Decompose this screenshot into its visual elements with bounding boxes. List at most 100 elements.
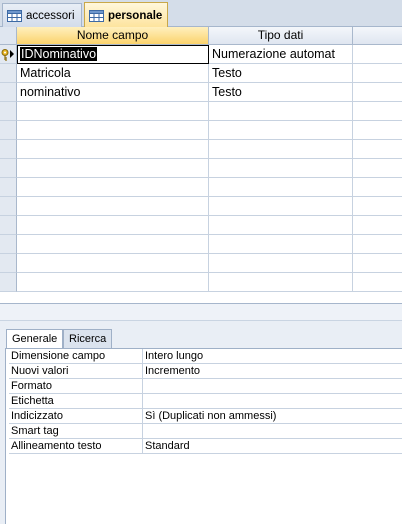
empty-table-row[interactable] bbox=[0, 216, 402, 235]
description-cell[interactable] bbox=[353, 102, 402, 121]
description-cell[interactable] bbox=[353, 254, 402, 273]
tab-generale[interactable]: Generale bbox=[6, 329, 64, 349]
data-type-cell[interactable] bbox=[209, 140, 353, 159]
field-name-cell[interactable]: nominativo bbox=[17, 83, 209, 102]
field-name-cell[interactable] bbox=[17, 159, 209, 178]
property-label: Nuovi valori bbox=[9, 364, 143, 379]
table-row[interactable]: Matricola Testo bbox=[0, 64, 402, 83]
table-icon bbox=[7, 9, 22, 22]
data-type-cell[interactable] bbox=[209, 159, 353, 178]
field-name-cell[interactable] bbox=[17, 254, 209, 273]
data-type-cell[interactable] bbox=[209, 121, 353, 140]
row-selector[interactable] bbox=[0, 64, 17, 83]
table-row[interactable]: IDNominativo Numerazione automat bbox=[0, 45, 402, 64]
property-row[interactable]: Smart tag bbox=[9, 424, 402, 439]
property-row[interactable]: Dimensione campo Intero lungo bbox=[9, 349, 402, 364]
description-cell[interactable] bbox=[353, 273, 402, 292]
empty-table-row[interactable] bbox=[0, 273, 402, 292]
description-cell[interactable] bbox=[353, 159, 402, 178]
row-selector[interactable] bbox=[0, 216, 17, 235]
column-header-data-type[interactable]: Tipo dati bbox=[209, 27, 353, 45]
empty-table-row[interactable] bbox=[0, 178, 402, 197]
description-cell[interactable] bbox=[353, 140, 402, 159]
empty-table-row[interactable] bbox=[0, 121, 402, 140]
description-cell[interactable] bbox=[353, 45, 402, 64]
field-name-cell[interactable] bbox=[17, 140, 209, 159]
document-tab-strip: accessori personale bbox=[0, 0, 402, 28]
row-selector[interactable] bbox=[0, 121, 17, 140]
tab-label: accessori bbox=[26, 9, 75, 22]
field-name-cell[interactable]: Matricola bbox=[17, 64, 209, 83]
row-selector[interactable] bbox=[0, 273, 17, 292]
property-label: Allineamento testo bbox=[9, 439, 143, 454]
field-name-cell[interactable] bbox=[17, 178, 209, 197]
data-type-cell[interactable] bbox=[209, 178, 353, 197]
data-type-cell[interactable] bbox=[209, 235, 353, 254]
description-cell[interactable] bbox=[353, 83, 402, 102]
description-cell[interactable] bbox=[353, 216, 402, 235]
data-type-cell[interactable]: Testo bbox=[209, 64, 353, 83]
description-cell[interactable] bbox=[353, 197, 402, 216]
property-row[interactable]: Allineamento testo Standard bbox=[9, 439, 402, 454]
field-name-cell[interactable]: IDNominativo bbox=[17, 45, 209, 64]
field-properties-pane: Generale Ricerca Dimensione campo Intero… bbox=[0, 321, 402, 524]
property-label: Dimensione campo bbox=[9, 349, 143, 364]
column-header-field-name[interactable]: Nome campo bbox=[17, 27, 209, 45]
pane-splitter[interactable] bbox=[0, 303, 402, 321]
field-name-cell[interactable] bbox=[17, 235, 209, 254]
table-row[interactable]: nominativo Testo bbox=[0, 83, 402, 102]
property-row[interactable]: Indicizzato Sì (Duplicati non ammessi) bbox=[9, 409, 402, 424]
data-type-cell[interactable] bbox=[209, 254, 353, 273]
empty-table-row[interactable] bbox=[0, 235, 402, 254]
data-type-cell[interactable] bbox=[209, 273, 353, 292]
data-type-cell[interactable] bbox=[209, 197, 353, 216]
empty-table-row[interactable] bbox=[0, 140, 402, 159]
property-value[interactable] bbox=[143, 379, 402, 394]
row-selector[interactable] bbox=[0, 45, 17, 64]
row-selector[interactable] bbox=[0, 235, 17, 254]
empty-table-row[interactable] bbox=[0, 102, 402, 121]
tab-accessori[interactable]: accessori bbox=[2, 3, 82, 27]
row-selector[interactable] bbox=[0, 102, 17, 121]
empty-table-row[interactable] bbox=[0, 159, 402, 178]
description-cell[interactable] bbox=[353, 178, 402, 197]
tab-personale[interactable]: personale bbox=[84, 2, 168, 28]
property-value[interactable]: Intero lungo bbox=[143, 349, 402, 364]
property-value[interactable] bbox=[143, 394, 402, 409]
select-all-corner[interactable] bbox=[0, 27, 17, 45]
row-selector[interactable] bbox=[0, 83, 17, 102]
empty-table-row[interactable] bbox=[0, 254, 402, 273]
table-icon bbox=[89, 9, 104, 22]
row-selector[interactable] bbox=[0, 159, 17, 178]
property-row[interactable]: Nuovi valori Incremento bbox=[9, 364, 402, 379]
row-selector[interactable] bbox=[0, 197, 17, 216]
field-design-grid: Nome campo Tipo dati IDNominativo Numera… bbox=[0, 27, 402, 305]
property-value[interactable] bbox=[143, 424, 402, 439]
tab-ricerca[interactable]: Ricerca bbox=[63, 329, 113, 348]
property-label: Etichetta bbox=[9, 394, 143, 409]
data-type-cell[interactable]: Numerazione automat bbox=[209, 45, 353, 64]
description-cell[interactable] bbox=[353, 121, 402, 140]
primary-key-icon bbox=[1, 48, 16, 61]
description-cell[interactable] bbox=[353, 64, 402, 83]
row-selector[interactable] bbox=[0, 140, 17, 159]
description-cell[interactable] bbox=[353, 235, 402, 254]
field-name-cell[interactable] bbox=[17, 197, 209, 216]
data-type-cell[interactable]: Testo bbox=[209, 83, 353, 102]
field-name-cell[interactable] bbox=[17, 216, 209, 235]
empty-table-row[interactable] bbox=[0, 197, 402, 216]
column-header-description[interactable] bbox=[353, 27, 402, 45]
field-name-cell[interactable] bbox=[17, 121, 209, 140]
property-value[interactable]: Incremento bbox=[143, 364, 402, 379]
data-type-cell[interactable] bbox=[209, 216, 353, 235]
property-value[interactable]: Sì (Duplicati non ammessi) bbox=[143, 409, 402, 424]
data-type-cell[interactable] bbox=[209, 102, 353, 121]
field-name-cell[interactable] bbox=[17, 273, 209, 292]
property-row[interactable]: Etichetta bbox=[9, 394, 402, 409]
row-selector[interactable] bbox=[0, 178, 17, 197]
tab-label: personale bbox=[108, 9, 163, 22]
property-value[interactable]: Standard bbox=[143, 439, 402, 454]
property-row[interactable]: Formato bbox=[9, 379, 402, 394]
row-selector[interactable] bbox=[0, 254, 17, 273]
field-name-cell[interactable] bbox=[17, 102, 209, 121]
